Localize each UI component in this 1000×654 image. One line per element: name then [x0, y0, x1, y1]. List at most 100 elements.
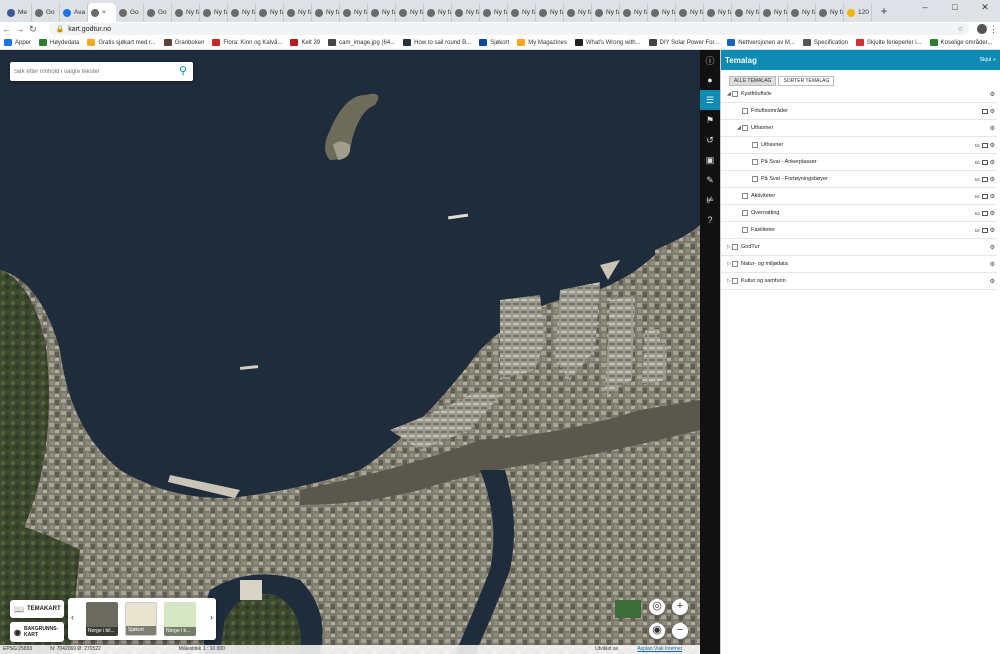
table-icon[interactable]	[981, 227, 988, 233]
gear-icon[interactable]: ⚙	[990, 176, 995, 183]
pencil-icon[interactable]: ✎	[700, 170, 720, 190]
layer-row[interactable]: Uthavner txt ⚙	[721, 137, 997, 154]
layer-checkbox[interactable]	[742, 108, 748, 114]
text-icon[interactable]: txt	[975, 228, 980, 233]
gear-icon[interactable]: ⚙	[990, 193, 995, 200]
browser-tab[interactable]: Ny fane	[648, 3, 676, 22]
tab-alle-temalag[interactable]: ALLE TEMALAG	[729, 76, 777, 86]
browser-tab[interactable]: Ny fane	[228, 3, 256, 22]
browser-tab[interactable]: Ny fane	[564, 3, 592, 22]
tab-sorter-temalag[interactable]: SORTER TEMALAG	[778, 76, 835, 86]
chevron-left-icon[interactable]: ‹	[71, 612, 74, 622]
text-icon[interactable]: txt	[975, 194, 980, 199]
forward-icon[interactable]: →	[13, 24, 26, 34]
bookmark-item[interactable]: How to sail round B...	[403, 39, 471, 46]
gear-icon[interactable]: ⚙	[990, 244, 995, 251]
browser-tab[interactable]: Ny fane	[620, 3, 648, 22]
browser-tab[interactable]: Ny fane	[676, 3, 704, 22]
tag-icon[interactable]: ⚑	[700, 110, 720, 130]
layer-row[interactable]: Overnatting txt ⚙	[721, 205, 997, 222]
browser-tab[interactable]: Ny fane	[704, 3, 732, 22]
bookmark-star-icon[interactable]: ☆	[957, 25, 963, 33]
bookmark-item[interactable]: Apper	[4, 39, 31, 46]
layer-checkbox[interactable]	[732, 261, 738, 267]
layer-checkbox[interactable]	[752, 142, 758, 148]
bookmark-item[interactable]: Skjulte ferieperler i...	[855, 39, 922, 46]
toolbox-icon[interactable]: ▣	[700, 150, 720, 170]
layer-checkbox[interactable]	[742, 125, 748, 131]
layer-checkbox[interactable]	[732, 244, 738, 250]
bookmark-item[interactable]: cam_image.jpg (64...	[328, 39, 395, 46]
layer-row[interactable]: ▷ Natur- og miljødata ⚙	[721, 256, 997, 273]
browser-tab[interactable]: Ny fane	[480, 3, 508, 22]
browser-tab[interactable]: Ny fane	[592, 3, 620, 22]
gear-icon[interactable]: ⚙	[990, 210, 995, 217]
bookmark-item[interactable]: What's Wrong with...	[574, 39, 641, 46]
text-icon[interactable]: txt	[975, 177, 980, 182]
layer-checkbox[interactable]	[752, 159, 758, 165]
browser-tab[interactable]: Ny fane	[368, 3, 396, 22]
bakgrunnskart-button[interactable]: ◉ BAKGRUNNS-KART	[10, 622, 64, 642]
table-icon[interactable]	[981, 108, 988, 114]
browser-tab[interactable]: Me	[4, 3, 32, 22]
browser-tab[interactable]: Go	[32, 3, 60, 22]
zoom-in-button[interactable]: +	[672, 599, 688, 615]
gear-icon[interactable]: ⚙	[990, 91, 995, 98]
map-search-box[interactable]: ⚲	[10, 62, 193, 81]
gear-icon[interactable]: ⚙	[990, 227, 995, 234]
bookmark-item[interactable]: My Magazines	[517, 39, 567, 46]
table-icon[interactable]	[981, 193, 988, 199]
browser-tab[interactable]: Go	[116, 3, 144, 22]
browser-tab[interactable]: Ny fane	[788, 3, 816, 22]
text-icon[interactable]: txt	[975, 143, 980, 148]
profile-avatar[interactable]	[977, 24, 987, 34]
map-search-input[interactable]	[14, 68, 174, 75]
gear-icon[interactable]: ⚙	[990, 125, 995, 132]
bookmark-item[interactable]: Flora: Kinn og Kalvå...	[212, 39, 282, 46]
browser-tab[interactable]: Ny fane	[536, 3, 564, 22]
attribution-link[interactable]: Asplan Viak Internet	[637, 646, 682, 652]
basemap-thumb-1[interactable]: Norge i bil...	[86, 602, 118, 636]
table-icon[interactable]	[981, 159, 988, 165]
chevron-right-icon[interactable]: ›	[210, 612, 213, 622]
browser-tab[interactable]: 120	[844, 3, 872, 22]
browser-tab[interactable]: Ny fane	[284, 3, 312, 22]
gear-icon[interactable]: ⚙	[990, 261, 995, 268]
browser-tab[interactable]: Ny fane	[732, 3, 760, 22]
minimize-button[interactable]: –	[910, 0, 940, 14]
layer-row[interactable]: ◢ Kystfriluftsliv ⚙	[721, 86, 997, 103]
layer-checkbox[interactable]	[752, 176, 758, 182]
layer-row[interactable]: ▷ GodTur ⚙	[721, 239, 997, 256]
browser-tab[interactable]: Ny fane	[396, 3, 424, 22]
layer-row[interactable]: ▷ Kultur og samfunn ⚙	[721, 273, 997, 290]
help-icon[interactable]: ?	[700, 210, 720, 230]
basemap-thumb-2[interactable]: Sjøkort	[125, 602, 157, 636]
bookmark-item[interactable]: Sjøkort	[479, 39, 509, 46]
gear-icon[interactable]: ⚙	[990, 278, 995, 285]
browser-tab[interactable]: Ny fane	[816, 3, 844, 22]
share-icon[interactable]: ↺	[700, 130, 720, 150]
zoom-out-button[interactable]: −	[672, 623, 688, 639]
table-icon[interactable]	[981, 210, 988, 216]
layer-checkbox[interactable]	[732, 91, 738, 97]
text-icon[interactable]: txt	[975, 211, 980, 216]
bookmark-item[interactable]: Gratis sjøkart med r...	[87, 39, 156, 46]
bookmark-item[interactable]: Nettversjonen av M...	[727, 39, 795, 46]
info-icon[interactable]: ⓘ	[700, 50, 720, 70]
bookmark-item[interactable]: Specification	[802, 39, 848, 46]
basemap-thumb-3[interactable]: Norge i b...	[164, 602, 196, 636]
layer-row[interactable]: Fasiliteter txt ⚙	[721, 222, 997, 239]
browser-tab[interactable]: ×	[88, 3, 116, 22]
layer-checkbox[interactable]	[732, 278, 738, 284]
browser-tab[interactable]: Ny fane	[172, 3, 200, 22]
user-icon[interactable]: ●	[700, 70, 720, 90]
temakart-button[interactable]: 📖 TEMAKART	[10, 600, 64, 618]
bookmark-item[interactable]: DIY Solar Power For...	[648, 39, 719, 46]
browser-tab[interactable]: Ny fane	[760, 3, 788, 22]
table-icon[interactable]	[981, 142, 988, 148]
browser-tab[interactable]: Ava	[60, 3, 88, 22]
text-icon[interactable]: txt	[975, 160, 980, 165]
measure-icon[interactable]: ⊭	[700, 190, 720, 210]
gear-icon[interactable]: ⚙	[990, 159, 995, 166]
browser-tab[interactable]: Ny fane	[424, 3, 452, 22]
